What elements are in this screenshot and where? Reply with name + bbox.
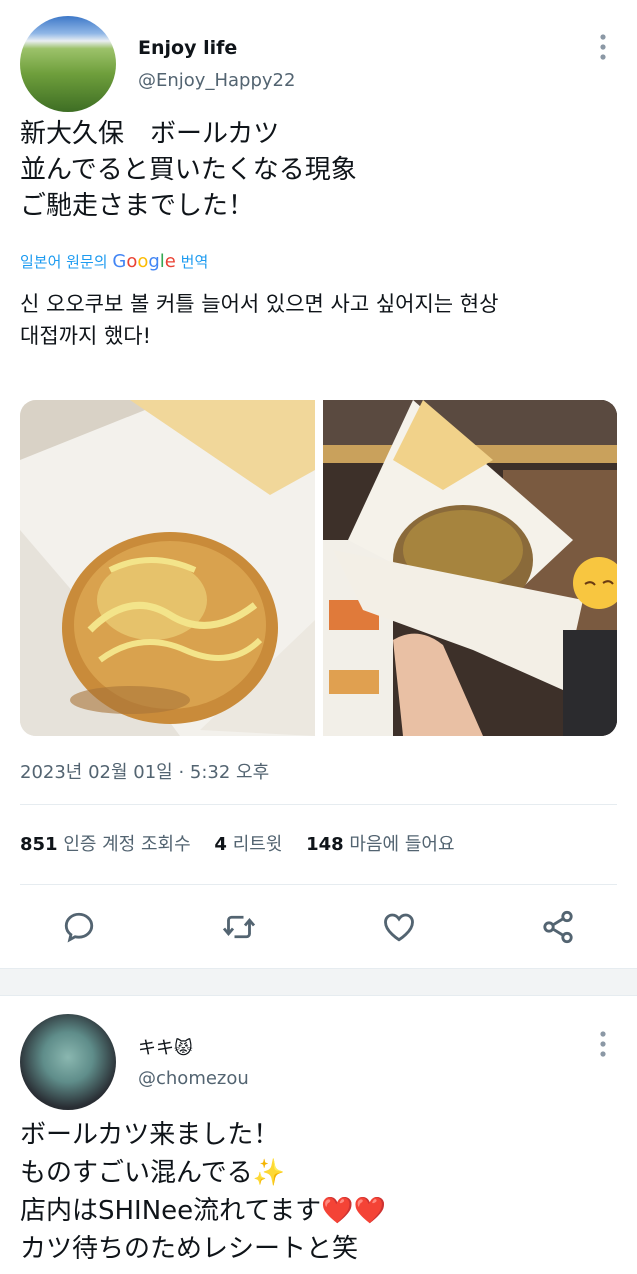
- likes-label: 마음에 들어요: [349, 834, 455, 855]
- reply-text-line: ボールカツ来ました！: [20, 1120, 280, 1150]
- retweets-count: 4: [214, 834, 227, 855]
- tweet-photo-2[interactable]: [323, 400, 617, 736]
- share-icon[interactable]: [540, 909, 576, 945]
- tweet-timestamp[interactable]: 2023년 02월 01일 · 5:32 오후: [20, 758, 269, 784]
- reply-author-name-text: キキ: [138, 1038, 174, 1059]
- divider: [20, 884, 617, 885]
- translated-text: 신 오오쿠보 볼 커틀 늘어서 있으면 사고 싶어지는 현상 대접까지 했다!: [20, 288, 498, 352]
- more-vertical-icon[interactable]: [598, 33, 608, 61]
- views-label: 인증 계정 조회수: [63, 834, 191, 855]
- likes-count: 148: [306, 834, 344, 855]
- reply-author-name[interactable]: キキ😾: [138, 1034, 193, 1060]
- retweets-label: 리트윗: [232, 834, 283, 855]
- tweet-stats: 851 인증 계정 조회수 4 리트윗 148 마음에 들어요: [20, 830, 473, 856]
- tweet-text-line: 新大久保 ボールカツ: [20, 119, 280, 149]
- reply-text: ボールカツ来ました！ ものすごい混んでる✨ 店内はSHINee流れてます❤️❤️…: [20, 1116, 386, 1268]
- author-avatar[interactable]: [20, 16, 116, 112]
- translate-suffix: 번역: [180, 253, 209, 271]
- divider: [20, 804, 617, 805]
- google-logo: Google: [112, 251, 176, 272]
- tweet-separator: [0, 968, 637, 996]
- tweet-text-line: ご馳走さまでした！: [20, 191, 255, 221]
- like-icon[interactable]: [381, 909, 417, 945]
- reply-text-line: カツ待ちのためレシートと笑: [20, 1234, 359, 1264]
- reply-icon[interactable]: [61, 909, 97, 945]
- translated-line: 대접까지 했다!: [20, 324, 152, 348]
- views-count: 851: [20, 834, 58, 855]
- retweets-stat[interactable]: 4 리트윗: [214, 834, 282, 855]
- tweet-text-line: 並んでると買いたくなる現象: [20, 155, 357, 185]
- cat-emoji: 😾: [174, 1038, 193, 1059]
- translate-prefix: 일본어 원문의: [20, 253, 108, 271]
- views-stat[interactable]: 851 인증 계정 조회수: [20, 834, 191, 855]
- author-handle[interactable]: @Enjoy_Happy22: [138, 70, 295, 91]
- tweet-photo-1[interactable]: [20, 400, 315, 736]
- author-name[interactable]: Enjoy life: [138, 37, 237, 59]
- translated-line: 신 오오쿠보 볼 커틀 늘어서 있으면 사고 싶어지는 현상: [20, 292, 499, 316]
- reply-author-avatar[interactable]: [20, 1014, 116, 1110]
- reply-author-handle[interactable]: @chomezou: [138, 1068, 249, 1089]
- retweet-icon[interactable]: [221, 909, 257, 945]
- reply-text-line: ものすごい混んでる✨: [20, 1158, 286, 1188]
- reply-text-line: 店内はSHINee流れてます❤️❤️: [20, 1196, 386, 1226]
- tweet-text: 新大久保 ボールカツ 並んでると買いたくなる現象 ご馳走さまでした！: [20, 116, 357, 224]
- likes-stat[interactable]: 148 마음에 들어요: [306, 834, 454, 855]
- more-vertical-icon[interactable]: [598, 1030, 608, 1058]
- translate-link[interactable]: 일본어 원문의 Google 번역: [20, 251, 208, 272]
